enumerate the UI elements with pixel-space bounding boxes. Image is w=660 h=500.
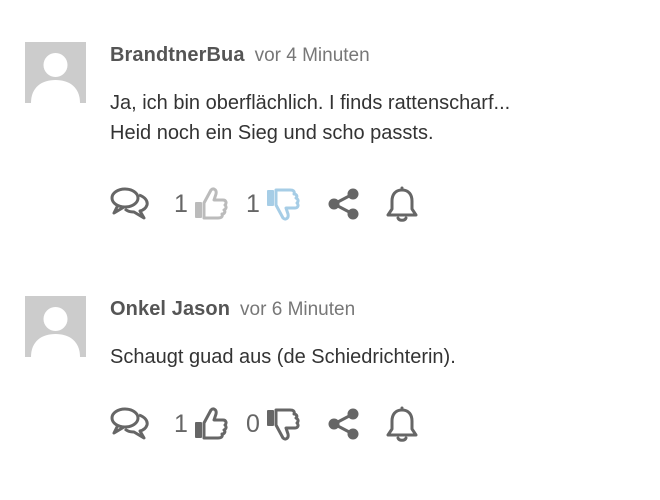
share-icon[interactable] — [326, 184, 362, 224]
downvote-button[interactable]: 1 — [246, 184, 300, 224]
author-name[interactable]: Onkel Jason — [110, 298, 230, 321]
bell-icon[interactable] — [384, 184, 420, 224]
comment-text-line: Heid noch ein Sieg und scho passts. — [110, 122, 434, 144]
comment-actions: 1 1 — [110, 184, 650, 224]
timestamp: vor 4 Minuten — [254, 45, 370, 66]
comment-text-line: Ja, ich bin oberflächlich. I finds ratte… — [110, 92, 511, 114]
avatar[interactable] — [25, 296, 86, 357]
reply-icon[interactable] — [110, 184, 150, 224]
thumbs-down-icon — [264, 406, 300, 442]
share-icon[interactable] — [326, 404, 362, 444]
comment-text-line: Schaugt guad aus (de Schiedrichterin). — [110, 346, 456, 368]
author-name[interactable]: BrandtnerBua — [110, 44, 245, 67]
thumbs-up-icon — [192, 406, 228, 442]
downvote-button[interactable]: 0 — [246, 404, 300, 444]
upvote-button[interactable]: 1 — [174, 184, 228, 224]
avatar[interactable] — [25, 42, 86, 103]
upvote-button[interactable]: 1 — [174, 404, 228, 444]
timestamp: vor 6 Minuten — [240, 299, 356, 320]
comment-header: Onkel Jason vor 6 Minuten — [110, 298, 355, 326]
upvote-count: 1 — [174, 190, 188, 218]
comment-thread: BrandtnerBua vor 4 Minuten Ja, ich bin o… — [0, 0, 660, 500]
comment-body: Schaugt guad aus (de Schiedrichterin). — [110, 342, 640, 372]
reply-icon[interactable] — [110, 404, 150, 444]
thumbs-down-icon — [264, 186, 300, 222]
thumbs-up-icon — [192, 186, 228, 222]
upvote-count: 1 — [174, 410, 188, 438]
bell-icon[interactable] — [384, 404, 420, 444]
downvote-count: 0 — [246, 410, 260, 438]
comment-body: Ja, ich bin oberflächlich. I finds ratte… — [110, 88, 640, 148]
downvote-count: 1 — [246, 190, 260, 218]
comment-header: BrandtnerBua vor 4 Minuten — [110, 44, 370, 72]
comment-actions: 1 0 — [110, 404, 650, 444]
